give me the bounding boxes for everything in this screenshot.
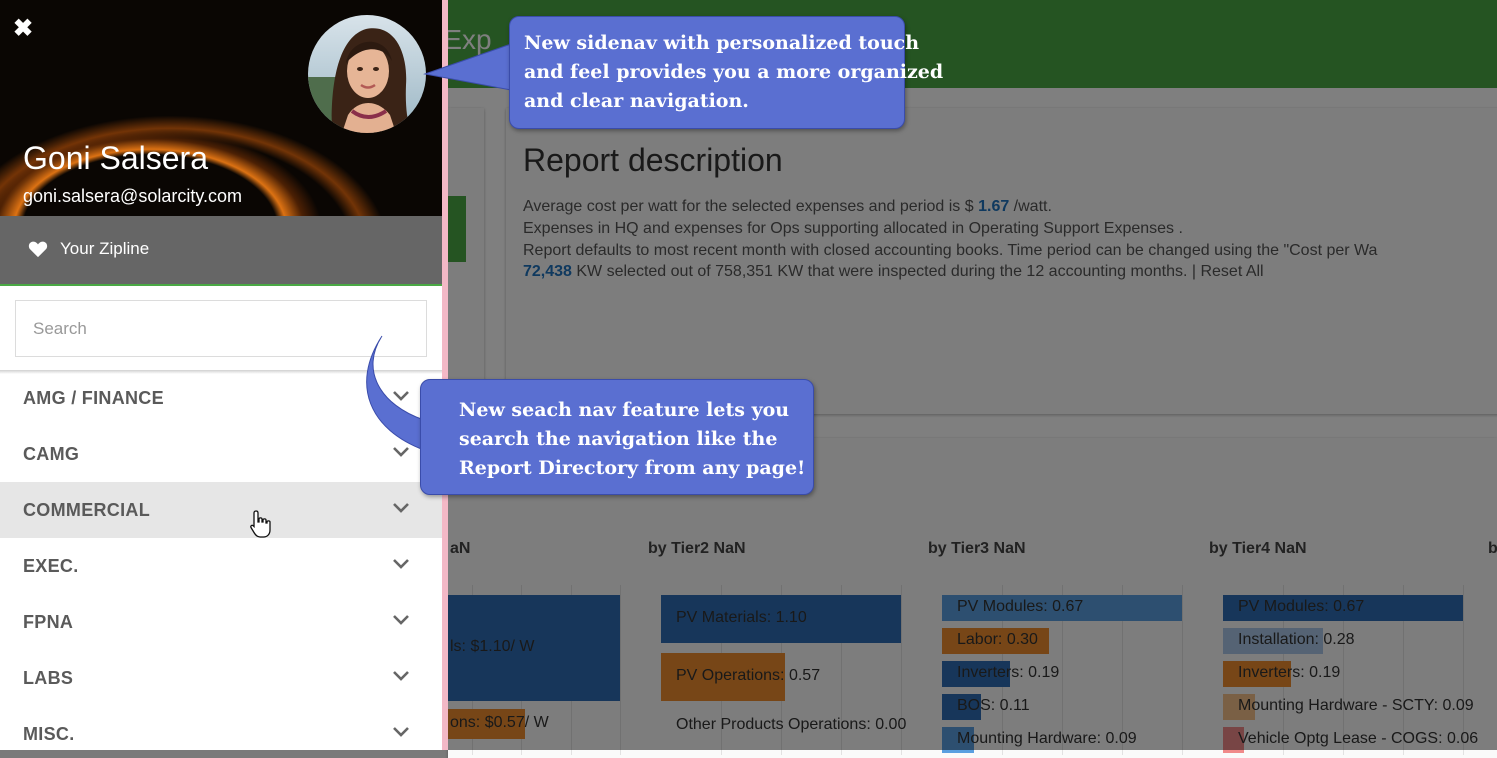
nav-item-label: EXEC. — [23, 556, 79, 576]
chevron-down-icon — [393, 447, 409, 457]
nav-item-label: LABS — [23, 668, 74, 688]
nav-item-label: FPNA — [23, 612, 74, 632]
search-input[interactable] — [15, 300, 427, 357]
chevron-down-icon — [393, 671, 409, 681]
chevron-down-icon — [393, 503, 409, 513]
chevron-down-icon — [393, 391, 409, 401]
callout-line: and clear navigation. — [524, 90, 749, 112]
nav-item-exec[interactable]: EXEC. — [0, 538, 442, 594]
callout-line: Report Directory from any page! — [459, 457, 806, 479]
callout-sidenav: New sidenav with personalized touch and … — [509, 16, 944, 129]
callout-line: and feel provides you a more organized — [524, 61, 944, 83]
sidenav: ✖ Goni Salsera goni.salsera@solarcity.co… — [0, 0, 442, 750]
nav-item-amg-finance[interactable]: AMG / FINANCE — [0, 370, 442, 426]
callout-line: New seach nav feature lets you — [459, 399, 790, 421]
close-icon[interactable]: ✖ — [11, 17, 35, 41]
callout-line: search the navigation like the — [459, 428, 778, 450]
user-email: goni.salsera@solarcity.com — [23, 186, 243, 206]
chevron-down-icon — [393, 727, 409, 737]
nav-item-label: AMG / FINANCE — [23, 388, 164, 408]
callout-search: New seach nav feature lets you search th… — [420, 379, 814, 495]
hand-cursor-icon — [250, 510, 271, 538]
sidenav-edge — [442, 0, 448, 750]
heart-icon — [28, 241, 48, 258]
chevron-down-icon — [393, 559, 409, 569]
nav-item-misc[interactable]: MISC. — [0, 706, 442, 750]
nav-item-label: CAMG — [23, 444, 80, 464]
chevron-down-icon — [393, 615, 409, 625]
nav-item-label: MISC. — [23, 724, 75, 744]
your-zipline-link[interactable]: Your Zipline — [0, 216, 442, 286]
user-name: Goni Salsera — [23, 140, 208, 176]
profile-header: ✖ Goni Salsera goni.salsera@solarcity.co… — [0, 0, 442, 216]
nav-item-label: COMMERCIAL — [23, 500, 150, 520]
nav-item-commercial[interactable]: COMMERCIAL — [0, 482, 442, 538]
nav-item-camg[interactable]: CAMG — [0, 426, 442, 482]
your-zipline-label: Your Zipline — [60, 239, 150, 258]
avatar[interactable] — [308, 15, 426, 133]
callout-line: New sidenav with personalized touch — [524, 32, 920, 54]
nav-item-fpna[interactable]: FPNA — [0, 594, 442, 650]
nav-item-labs[interactable]: LABS — [0, 650, 442, 706]
